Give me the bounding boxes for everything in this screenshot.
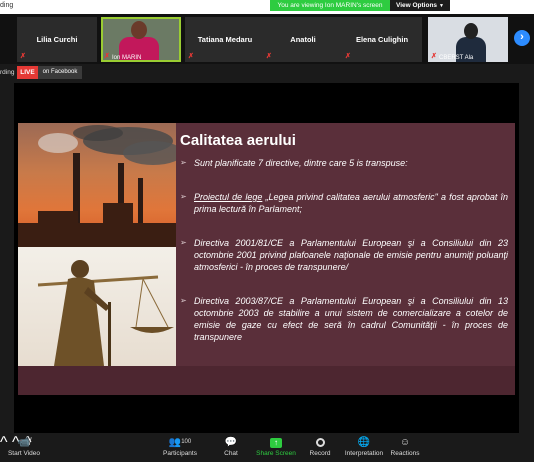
participants-icon: 👥 — [168, 437, 182, 448]
bullet-arrow-icon: ➢ — [180, 158, 187, 167]
participant-name: Anatoli — [290, 35, 316, 44]
bullet-arrow-icon: ➢ — [180, 296, 187, 305]
bullet-text: Sunt planificate 7 directive, dintre car… — [194, 158, 408, 168]
start-video-button[interactable]: 📹̸ Start Video — [4, 436, 44, 457]
share-screen-label: Share Screen — [256, 450, 296, 457]
participant-tile[interactable]: ✗ CBERST Ala — [428, 17, 508, 62]
record-icon — [315, 438, 325, 447]
participants-count: 100 — [181, 439, 192, 445]
globe-icon: 🌐 — [357, 437, 371, 448]
interpretation-label: Interpretation — [344, 450, 384, 457]
interpretation-button[interactable]: 🌐 Interpretation — [342, 436, 386, 457]
presentation-slide: Calitatea aerului ➢ Sunt planificate 7 d… — [18, 123, 515, 395]
mic-muted-icon: ✗ — [188, 53, 194, 60]
bullet-text: Directiva 2001/81/CE a Parlamentului Eur… — [194, 238, 508, 272]
chevron-down-icon: ▼ — [439, 3, 444, 9]
participant-tile[interactable]: Elena Culighin ✗ — [342, 17, 422, 62]
share-screen-button[interactable]: ↑ Share Screen — [256, 436, 296, 457]
share-screen-icon: ↑ — [270, 438, 282, 448]
participant-name: Tatiana Medaru — [197, 35, 253, 44]
bullet-text: Directiva 2003/87/CE a Parlamentului Eur… — [194, 296, 508, 342]
participant-tile[interactable]: ✗ Ion MARIN — [101, 17, 181, 62]
bullet-arrow-icon: ➢ — [180, 238, 187, 247]
view-options-button[interactable]: View Options ▼ — [390, 0, 450, 11]
participant-strip: Lilia Curchi ✗ ✗ Ion MARIN Tatiana Medar… — [0, 14, 534, 64]
slide-bullet: ➢ Proiectul de lege „Legea privind calit… — [180, 191, 508, 215]
participant-tile[interactable]: Anatoli ✗ — [263, 17, 343, 62]
chat-label: Chat — [224, 450, 238, 457]
chevron-right-icon: › — [520, 31, 524, 43]
recording-indicator-text: ding — [0, 2, 14, 9]
reactions-icon: ☺ — [399, 437, 411, 448]
viewing-screen-banner: You are viewing Ion MARIN's screen — [270, 0, 390, 11]
record-button[interactable]: Record — [306, 436, 334, 457]
participants-label: Participants — [163, 450, 197, 457]
participant-name: Lilia Curchi — [36, 35, 78, 44]
bullet-arrow-icon: ➢ — [180, 192, 187, 201]
chat-button[interactable]: 💬 Chat — [220, 436, 242, 457]
slide-bullet: ➢ Directiva 2003/87/CE a Parlamentului E… — [180, 295, 508, 343]
shared-screen: Calitatea aerului ➢ Sunt planificate 7 d… — [14, 83, 519, 433]
reactions-label: Reactions — [390, 450, 420, 457]
bullet-underlined-text: Proiectul de lege — [194, 192, 263, 202]
video-off-icon: 📹̸ — [17, 437, 31, 448]
start-video-label: Start Video — [7, 450, 41, 457]
participant-tile[interactable]: Tatiana Medaru ✗ — [185, 17, 265, 62]
participant-tile[interactable]: Lilia Curchi ✗ — [17, 17, 97, 62]
record-label: Record — [309, 450, 331, 457]
mic-muted-icon: ✗ — [20, 53, 26, 60]
participant-name: Elena Culighin — [355, 35, 409, 44]
top-bar: ding You are viewing Ion MARIN's screen … — [0, 0, 534, 14]
next-page-button[interactable]: › — [514, 30, 530, 46]
reactions-button[interactable]: ☺ Reactions — [390, 436, 420, 457]
meeting-toolbar: 📹̸ Start Video ^ 👥100 Participants ^ 💬 C… — [0, 434, 534, 462]
mic-muted-icon: ✗ — [266, 53, 272, 60]
chat-icon: 💬 — [224, 437, 238, 448]
participant-name: CBERST Ala — [439, 55, 474, 61]
view-options-label: View Options — [395, 2, 438, 9]
slide-footer-band — [18, 366, 515, 395]
live-platform-label[interactable]: on Facebook — [38, 66, 82, 79]
slide-bullet: ➢ Sunt planificate 7 directive, dintre c… — [180, 157, 508, 169]
active-speaker-border — [101, 17, 181, 62]
participants-button[interactable]: 👥100 Participants — [160, 436, 200, 457]
mic-muted-icon: ✗ — [345, 53, 351, 60]
slide-bullet: ➢ Directiva 2001/81/CE a Parlamentului E… — [180, 237, 508, 273]
mic-muted-icon: ✗ — [431, 53, 437, 60]
participant-video-head — [464, 23, 478, 39]
slide-title: Calitatea aerului — [180, 132, 296, 149]
live-badge[interactable]: LIVE — [17, 66, 38, 79]
factory-smokestacks-image — [18, 123, 176, 247]
justice-statue-image — [18, 247, 176, 366]
recording-label: rding — [0, 69, 15, 76]
